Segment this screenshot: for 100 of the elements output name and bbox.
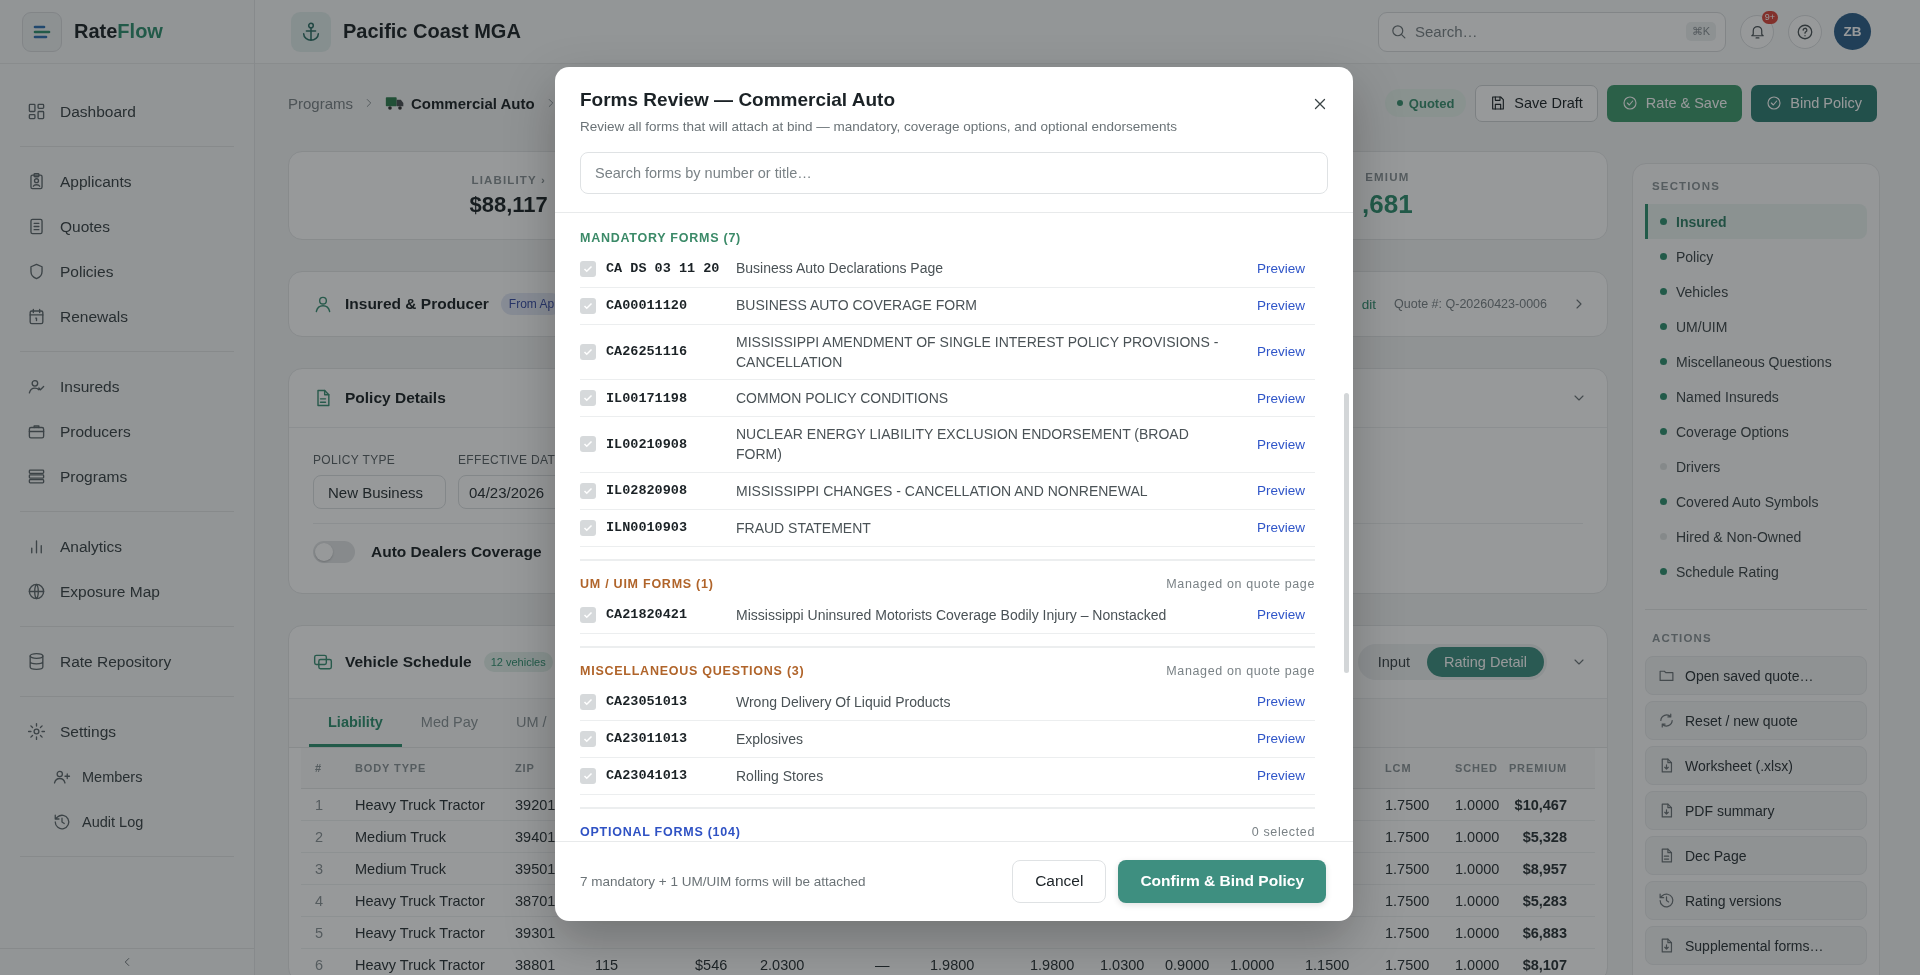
table-cell-text: 2.0300 xyxy=(759,956,806,973)
column-header: # xyxy=(314,762,323,774)
form-number: CA00011120 xyxy=(606,298,688,313)
user-avatar[interactable]: ZB xyxy=(1834,13,1871,50)
history-icon xyxy=(53,812,71,831)
section-link[interactable]: Coverage Options xyxy=(1645,414,1867,449)
view-option[interactable]: Rating Detail xyxy=(1427,647,1544,677)
table-cell-text: 1.7500 xyxy=(1384,892,1431,909)
table-cell-text: 1.0000 xyxy=(1454,828,1501,845)
nav-item[interactable]: Rate Repository xyxy=(20,639,234,684)
column-header: LCM xyxy=(1384,762,1413,774)
cancel-button[interactable]: Cancel xyxy=(1012,859,1107,903)
form-number: IL00171198 xyxy=(606,390,688,406)
table-cell-text: 1.9800 xyxy=(1029,956,1076,973)
nav-item[interactable]: Dashboard xyxy=(20,89,234,134)
form-title: FRAUD STATEMENT xyxy=(736,518,872,538)
table-cell-text: 1.7500 xyxy=(1384,924,1431,941)
edit-link[interactable]: dit xyxy=(1361,296,1377,312)
overlapping-squares-icon xyxy=(313,652,333,672)
table-cell-text: 2 xyxy=(314,828,325,845)
table-cell-text: 3 xyxy=(314,860,325,877)
nav-item[interactable]: Programs xyxy=(20,454,234,499)
action-button[interactable]: Bind Policy xyxy=(1751,84,1877,122)
action-button[interactable]: PDF summary xyxy=(1645,791,1867,830)
form-title: Business Auto Declarations Page xyxy=(736,259,944,279)
table-cell-text: 39401 xyxy=(514,828,557,845)
table-cell-text: $546 xyxy=(694,956,729,973)
breadcrumb-link[interactable]: Programs xyxy=(288,94,354,112)
action-button[interactable]: Reset / new quote xyxy=(1645,701,1867,740)
panel-heading: SECTIONS xyxy=(1651,180,1721,192)
notification-count: 9+ xyxy=(1761,10,1778,24)
table-cell-text: 1 xyxy=(314,796,325,813)
card-title: Policy Details xyxy=(345,389,446,407)
section-link[interactable]: Named Insureds xyxy=(1645,379,1867,414)
confirm-button[interactable]: Confirm & Bind Policy xyxy=(1118,859,1326,903)
form-number: IL02820908 xyxy=(606,483,688,499)
action-button[interactable]: Rate & Save xyxy=(1606,84,1743,122)
section-link[interactable]: Miscellaneous Questions xyxy=(1645,344,1867,379)
form-title: Wrong Delivery Of Liquid Products xyxy=(736,692,952,712)
database-icon xyxy=(27,652,46,671)
section-heading: UM / UIM FORMS (1) xyxy=(580,576,714,591)
action-button[interactable]: Supplemental forms… xyxy=(1645,926,1867,965)
nav-item[interactable]: Applicants xyxy=(20,159,234,204)
form-title: NUCLEAR ENERGY LIABILITY EXCLUSION ENDORSEMENT (BROAD FORM) xyxy=(736,425,1190,465)
stat-value: ,681 xyxy=(1362,189,1413,220)
nav-item[interactable]: Settings xyxy=(20,709,234,754)
action-button[interactable]: Open saved quote… xyxy=(1645,656,1867,695)
card-title: Vehicle Schedule xyxy=(345,653,472,671)
table-cell-text: 5 xyxy=(314,924,325,941)
table-cell-text: 1.9800 xyxy=(929,956,976,973)
refresh-icon xyxy=(1658,712,1675,729)
section-link[interactable]: Policy xyxy=(1645,239,1867,274)
table-cell-text: 1.1500 xyxy=(1304,956,1351,973)
table-cell-text: 1.0300 xyxy=(1099,956,1146,973)
bell-icon xyxy=(1748,23,1766,40)
nav-item[interactable]: Producers xyxy=(20,409,234,454)
dialog-title: Forms Review — Commercial Auto xyxy=(580,88,895,111)
tab[interactable]: Med Pay xyxy=(401,699,498,747)
nav-item[interactable]: Policies xyxy=(20,249,234,294)
nav-item[interactable]: Insureds xyxy=(20,364,234,409)
count-badge: 12 vehicles xyxy=(483,652,553,672)
nav-item[interactable]: Exposure Map xyxy=(20,569,234,614)
column-header: SCHED xyxy=(1454,762,1499,774)
action-button[interactable]: Worksheet (.xlsx) xyxy=(1645,746,1867,785)
nav-item[interactable]: Quotes xyxy=(20,204,234,249)
section-link[interactable]: Vehicles xyxy=(1645,274,1867,309)
app-logo-text: RateFlow xyxy=(74,20,163,43)
table-cell-text: 1.7500 xyxy=(1384,828,1431,845)
toggle-switch[interactable] xyxy=(313,540,355,563)
nav-item[interactable]: Analytics xyxy=(20,524,234,569)
table-cell-text: Heavy Truck Tractor xyxy=(354,892,486,909)
table-cell-text: 0.9000 xyxy=(1164,956,1211,973)
table-cell-text: $5,328 xyxy=(1521,828,1568,845)
section-heading: OPTIONAL FORMS (104) xyxy=(580,824,741,839)
card-title: Insured & Producer xyxy=(345,295,489,313)
table-cell-text: Medium Truck xyxy=(354,828,448,845)
help-button[interactable] xyxy=(1788,14,1822,49)
policy-type-select[interactable]: New Business xyxy=(313,475,446,509)
nav-item[interactable]: Renewals xyxy=(20,294,234,339)
section-link[interactable]: Covered Auto Symbols xyxy=(1645,484,1867,519)
scrollbar-thumb[interactable] xyxy=(1344,392,1349,673)
section-link[interactable]: Insured xyxy=(1645,204,1867,239)
section-link[interactable]: Schedule Rating xyxy=(1645,554,1867,589)
section-link[interactable]: Hired & Non-Owned xyxy=(1645,519,1867,554)
table-cell-text: 39201 xyxy=(514,796,557,813)
search-field[interactable]: Search forms by number or title… xyxy=(580,151,1328,194)
section-link[interactable]: UM/UIM xyxy=(1645,309,1867,344)
section-link[interactable]: Drivers xyxy=(1645,449,1867,484)
dialog-subtitle: Review all forms that will attach at bind — mandatory, coverage options, and optional endorsements xyxy=(580,118,1179,134)
view-option[interactable]: Input xyxy=(1360,647,1427,677)
nav-subitem[interactable]: Audit Log xyxy=(20,799,234,844)
nav-subitem[interactable]: Members xyxy=(20,754,234,799)
action-button[interactable]: Dec Page xyxy=(1645,836,1867,875)
table-cell-text: $6,883 xyxy=(1521,924,1568,941)
table-cell-text: 1.7500 xyxy=(1384,860,1431,877)
action-button[interactable]: Rating versions xyxy=(1645,881,1867,920)
quote-number: Quote #: Q-20260423-0006 xyxy=(1394,297,1547,311)
person-check-icon xyxy=(27,377,46,396)
action-button[interactable]: Save Draft xyxy=(1475,84,1598,122)
table-cell-text: Heavy Truck Tractor xyxy=(354,924,486,941)
